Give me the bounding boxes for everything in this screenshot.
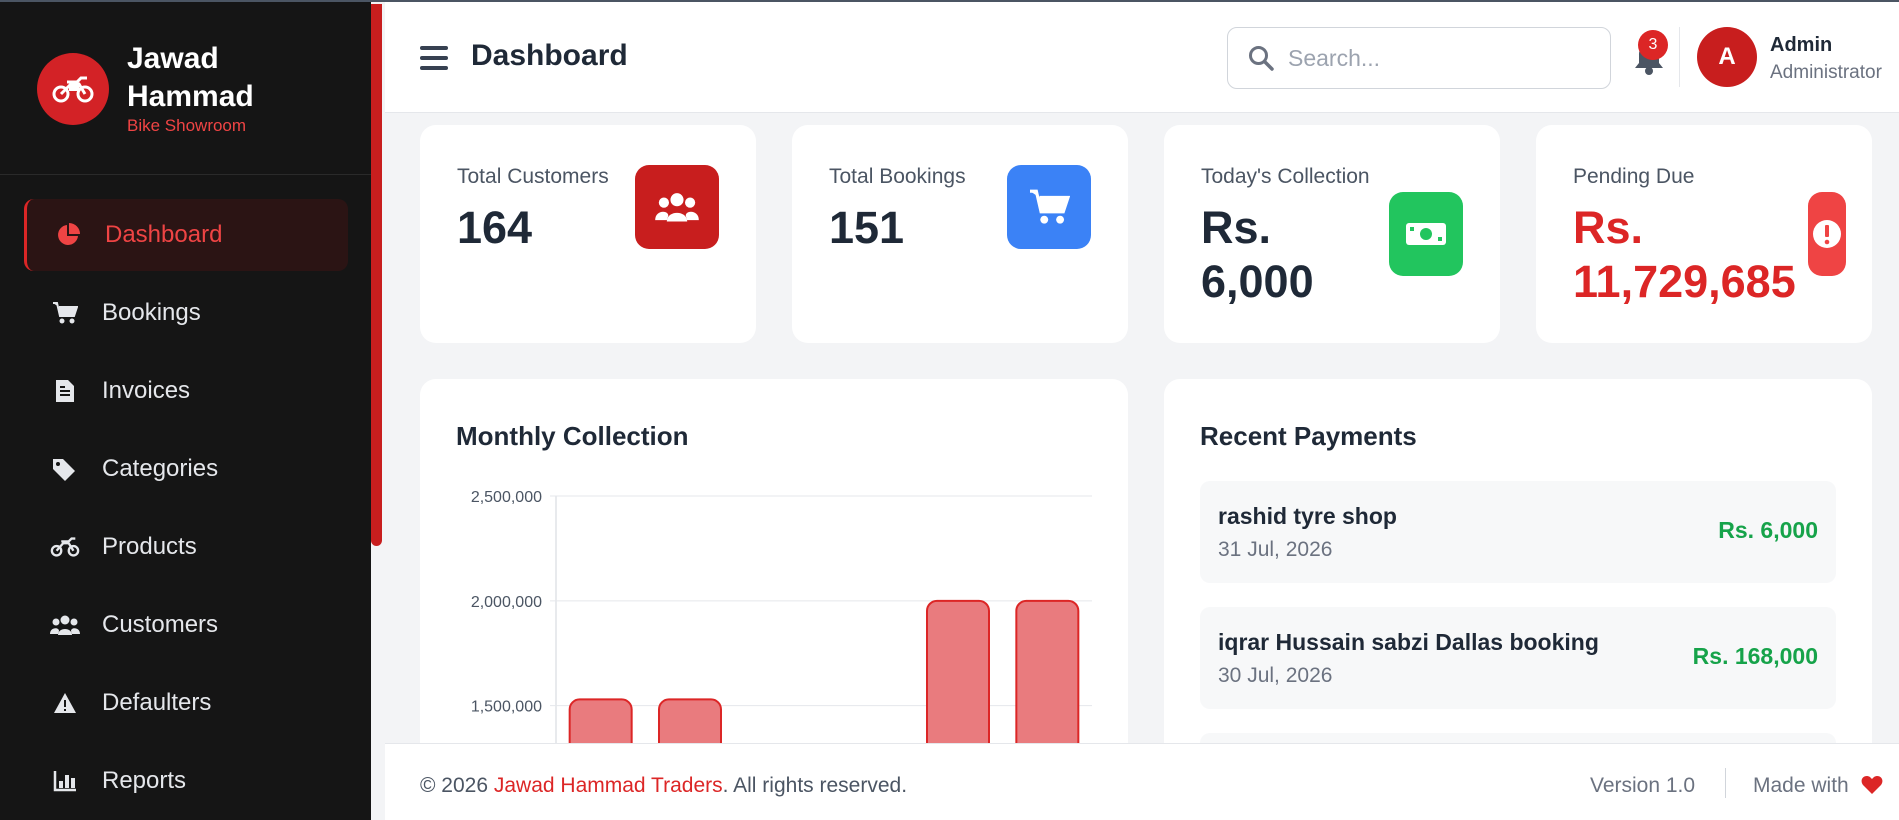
brand-name: Jawad Hammad <box>127 42 254 113</box>
sidebar-item-label: Defaulters <box>102 689 212 716</box>
stat-card-customers: Total Customers 164 <box>420 125 756 343</box>
footer: © 2026 Jawad Hammad Traders. All rights … <box>385 743 1899 820</box>
recent-payments-panel: Recent Payments rashid tyre shop 31 Jul,… <box>1164 379 1872 779</box>
payment-item[interactable]: rashid tyre shop 31 Jul, 2026 Rs. 6,000 <box>1200 481 1836 583</box>
payment-date: 30 Jul, 2026 <box>1218 664 1333 687</box>
copyright: © 2026 Jawad Hammad Traders. All rights … <box>420 774 907 798</box>
window-top-border <box>0 0 1899 2</box>
stat-label: Pending Due <box>1573 165 1695 188</box>
sidebar-item-bookings[interactable]: Bookings <box>24 277 348 349</box>
sidebar-item-label: Products <box>102 533 197 560</box>
sidebar-scrollbar[interactable] <box>371 4 382 546</box>
payment-name: iqrar Hussain sabzi Dallas booking <box>1218 629 1599 655</box>
page-title: Dashboard <box>471 39 628 72</box>
sidebar-item-label: Invoices <box>102 377 191 404</box>
sidebar-nav: Dashboard Bookings Invoices Categories P… <box>24 199 348 820</box>
footer-divider <box>1725 768 1726 798</box>
motorcycle-logo-icon <box>37 53 109 125</box>
payment-name: rashid tyre shop <box>1218 503 1397 529</box>
cart-icon <box>50 298 80 328</box>
warning-icon <box>50 688 80 718</box>
tags-icon <box>50 454 80 484</box>
sidebar-item-invoices[interactable]: Invoices <box>24 355 348 427</box>
sidebar-item-label: Categories <box>102 455 219 482</box>
monthly-collection-chart: 2,500,000 2,000,000 1,500,000 <box>471 489 1092 779</box>
search-box[interactable] <box>1227 27 1611 89</box>
search-input[interactable] <box>1288 38 1598 78</box>
header-divider <box>1679 27 1680 87</box>
company-link[interactable]: Jawad Hammad Traders <box>494 774 723 797</box>
payment-amount: Rs. 168,000 <box>1692 643 1818 669</box>
stat-value: 151 <box>829 202 905 253</box>
sidebar-item-label: Bookings <box>102 299 201 326</box>
sidebar-item-label: Customers <box>102 611 219 638</box>
header: Dashboard 3 A Admin Administrator <box>385 2 1899 113</box>
stat-label: Today's Collection <box>1201 165 1370 188</box>
stat-card-bookings: Total Bookings 151 <box>792 125 1128 343</box>
sidebar-item-products[interactable]: Products <box>24 511 348 583</box>
search-icon <box>1248 45 1274 76</box>
money-icon <box>1389 192 1463 276</box>
document-icon <box>50 376 80 406</box>
payment-item[interactable]: iqrar Hussain sabzi Dallas booking 30 Ju… <box>1200 607 1836 709</box>
stat-card-collection: Today's Collection Rs. 6,000 <box>1164 125 1500 343</box>
y-tick-label: 1,500,000 <box>471 699 542 716</box>
sidebar-item-categories[interactable]: Categories <box>24 433 348 505</box>
copyright-prefix: © 2026 <box>420 774 494 797</box>
alert-icon <box>1808 192 1846 276</box>
stat-card-pending-due: Pending Due Rs. 11,729,685 <box>1536 125 1872 343</box>
sidebar-item-defaulters[interactable]: Defaulters <box>24 667 348 739</box>
chart-pie-icon <box>53 220 83 250</box>
payment-date: 31 Jul, 2026 <box>1218 538 1333 561</box>
monthly-collection-panel: Monthly Collection 2,500,000 2,000,000 1,5… <box>420 379 1128 779</box>
stat-value: Rs. 11,729,685 <box>1573 202 1796 307</box>
bar-chart-icon <box>50 766 80 796</box>
sidebar-item-label: Reports <box>102 767 187 794</box>
brand-subtitle: Bike Showroom <box>127 116 247 135</box>
heart-icon <box>1861 775 1883 800</box>
sidebar: Jawad Hammad Bike Showroom Dashboard Boo… <box>0 0 371 820</box>
panel-title: Recent Payments <box>1200 421 1417 451</box>
user-name[interactable]: Admin <box>1770 34 1832 57</box>
sidebar-item-dashboard[interactable]: Dashboard <box>24 199 348 271</box>
brand: Jawad Hammad Bike Showroom <box>0 0 371 175</box>
stat-label: Total Customers <box>457 165 609 188</box>
version-label: Version 1.0 <box>1590 774 1696 797</box>
stat-value: Rs. 6,000 <box>1201 202 1314 307</box>
avatar[interactable]: A <box>1697 27 1757 87</box>
stat-value: 164 <box>457 202 533 253</box>
menu-toggle-icon[interactable] <box>420 46 448 70</box>
motorcycle-icon <box>50 532 80 562</box>
payment-amount: Rs. 6,000 <box>1718 517 1818 543</box>
users-icon <box>635 165 719 249</box>
y-tick-label: 2,000,000 <box>471 594 542 611</box>
cart-icon <box>1007 165 1091 249</box>
sidebar-item-customers[interactable]: Customers <box>24 589 348 661</box>
user-role: Administrator <box>1770 62 1882 83</box>
users-icon <box>50 610 80 640</box>
sidebar-item-label: Dashboard <box>105 221 223 248</box>
notification-badge: 3 <box>1638 30 1668 60</box>
made-with-label: Made with <box>1753 774 1849 797</box>
y-tick-label: 2,500,000 <box>471 489 542 506</box>
copyright-suffix: . All rights reserved. <box>722 774 908 797</box>
stat-label: Total Bookings <box>829 165 966 188</box>
sidebar-item-reports[interactable]: Reports <box>24 745 348 817</box>
